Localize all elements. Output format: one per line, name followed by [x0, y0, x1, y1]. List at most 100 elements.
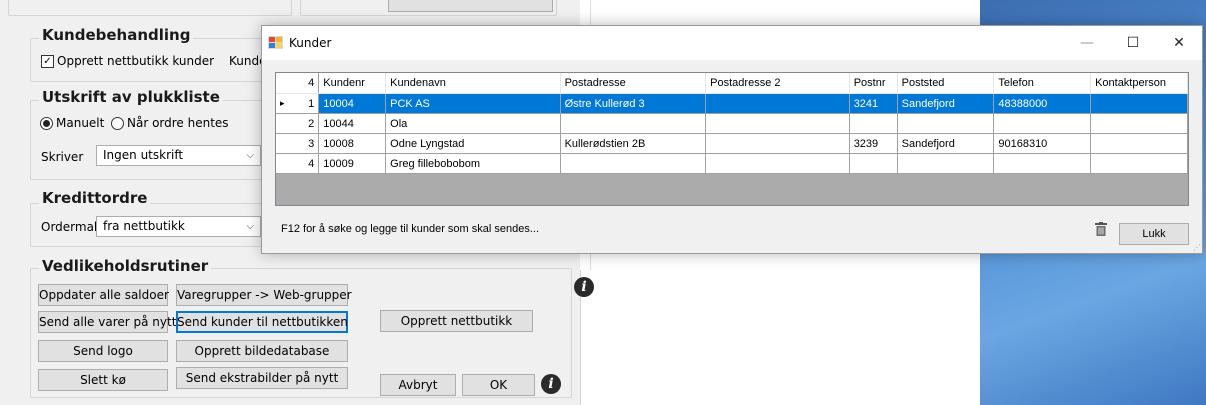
table-cell[interactable]: Sandefjord	[897, 133, 995, 154]
oppdater-saldoer-button[interactable]: Oppdater alle saldoer	[38, 284, 169, 306]
table-cell[interactable]: Sandefjord	[897, 93, 995, 114]
grid-header-row: 4 Kundenr Kundenavn Postadresse Postadre…	[276, 73, 1188, 94]
table-cell[interactable]	[560, 153, 707, 174]
resize-grip-icon[interactable]: ⋰	[1193, 243, 1201, 252]
ordermal-label: Ordermal	[41, 220, 98, 234]
table-cell[interactable]: Ola	[385, 113, 561, 134]
info-icon[interactable]: i	[574, 277, 594, 297]
slett-ko-button[interactable]: Slett kø	[38, 369, 168, 391]
table-cell[interactable]	[1090, 113, 1188, 134]
table-cell[interactable]	[705, 133, 850, 154]
send-varer-button[interactable]: Send alle varer på nytt	[38, 311, 176, 333]
table-cell[interactable]	[705, 153, 850, 174]
table-cell[interactable]: 10004	[318, 93, 387, 114]
kundebehandling-title: Kundebehandling	[39, 26, 194, 44]
row-header[interactable]: ▸ 1	[276, 93, 320, 114]
table-cell[interactable]: 10044	[318, 113, 387, 134]
column-header[interactable]: Postadresse	[560, 73, 707, 94]
table-row[interactable]: 3 10008 Odne Lyngstad Kullerødstien 2B 3239 S…	[276, 133, 1188, 154]
table-cell[interactable]: 10008	[318, 133, 387, 154]
top-cut-button[interactable]	[388, 0, 553, 12]
current-row-indicator-icon: ▸	[280, 97, 285, 108]
column-header[interactable]: Telefon	[993, 73, 1092, 94]
row-header[interactable]: 2	[276, 113, 320, 134]
chevron-down-icon: ⌵	[246, 221, 254, 232]
row-number: 2	[308, 117, 315, 130]
table-cell[interactable]	[705, 113, 850, 134]
row-number: 4	[308, 157, 315, 170]
table-cell[interactable]	[1090, 93, 1188, 114]
table-cell[interactable]: Greg fillebobobom	[385, 153, 561, 174]
dialog-titlebar[interactable]: Kunder — ☐ ✕	[262, 26, 1202, 60]
trash-icon[interactable]	[1095, 222, 1107, 236]
table-cell[interactable]	[1090, 153, 1188, 174]
row-header[interactable]: 3	[276, 133, 320, 154]
utskrift-group	[30, 100, 280, 180]
varegrupper-button[interactable]: Varegrupper -> Web-grupper	[176, 284, 352, 306]
opprett-kunder-checkbox[interactable]: ✓	[41, 55, 54, 68]
opprett-kunder-label: Opprett nettbutikk kunder	[57, 54, 215, 68]
maximize-button[interactable]: ☐	[1110, 26, 1156, 60]
app-icon	[268, 36, 283, 49]
chevron-down-icon: ⌵	[246, 150, 254, 161]
skriver-value: Ingen utskrift	[103, 148, 184, 162]
ok-button[interactable]: OK	[462, 374, 535, 396]
table-cell[interactable]: 3239	[849, 133, 898, 154]
table-cell[interactable]	[1090, 133, 1188, 154]
vedlikehold-title: Vedlikeholdsrutiner	[39, 257, 212, 275]
avbryt-button[interactable]: Avbryt	[380, 374, 456, 396]
utskrift-title: Utskrift av plukkliste	[39, 88, 223, 106]
column-header[interactable]: Postadresse 2	[705, 73, 850, 94]
table-cell[interactable]: 48388000	[993, 93, 1092, 114]
table-row[interactable]: 4 10009 Greg fillebobobom	[276, 153, 1188, 174]
close-button[interactable]: ✕	[1156, 26, 1202, 60]
opprett-nettbutikk-button[interactable]: Opprett nettbutikk	[380, 310, 533, 332]
top-group	[8, 0, 292, 16]
table-cell[interactable]: Kullerødstien 2B	[560, 133, 707, 154]
table-cell[interactable]: Østre Kullerød 3	[560, 93, 707, 114]
table-cell[interactable]: Odne Lyngstad	[385, 133, 561, 154]
column-header[interactable]: Poststed	[897, 73, 995, 94]
customer-grid[interactable]: 4 Kundenr Kundenavn Postadresse Postadre…	[275, 72, 1189, 206]
ordre-hentes-radio[interactable]	[111, 117, 124, 130]
info-icon[interactable]: i	[541, 374, 561, 394]
status-hint: F12 for å søke og legge til kunder som s…	[281, 223, 540, 235]
opprett-bildedatabase-button[interactable]: Opprett bildedatabase	[176, 340, 348, 362]
table-cell[interactable]	[849, 153, 898, 174]
row-header[interactable]: 4	[276, 153, 320, 174]
column-header[interactable]: Kundenavn	[385, 73, 561, 94]
table-cell[interactable]	[705, 93, 850, 114]
kredittordre-title: Kredittordre	[39, 189, 151, 207]
table-cell[interactable]	[897, 113, 995, 134]
kunder-dialog: Kunder — ☐ ✕ 4 Kundenr Kundenavn Postadr…	[261, 25, 1203, 254]
column-header[interactable]: Kundenr	[318, 73, 387, 94]
customer-table: 4 Kundenr Kundenavn Postadresse Postadre…	[276, 73, 1188, 174]
send-ekstrabilder-button[interactable]: Send ekstrabilder på nytt	[176, 367, 348, 389]
send-kunder-button[interactable]: Send kunder til nettbutikken	[176, 311, 348, 333]
skriver-label: Skriver	[41, 150, 84, 164]
manuelt-radio[interactable]	[40, 117, 53, 130]
dialog-title: Kunder	[289, 36, 332, 50]
ordermal-dropdown[interactable]: fra nettbutikk ⌵	[96, 216, 261, 237]
table-cell[interactable]: PCK AS	[385, 93, 561, 114]
table-cell[interactable]	[993, 113, 1092, 134]
table-cell[interactable]	[560, 113, 707, 134]
lukk-button[interactable]: Lukk	[1119, 223, 1189, 245]
table-cell[interactable]	[993, 153, 1092, 174]
table-cell[interactable]: 90168310	[993, 133, 1092, 154]
table-row[interactable]: ▸ 1 10004 PCK AS Østre Kullerød 3 3241 Sandef…	[276, 93, 1188, 114]
minimize-button[interactable]: —	[1064, 26, 1110, 60]
column-header[interactable]: Postnr	[849, 73, 898, 94]
row-number: 1	[308, 97, 315, 110]
table-cell[interactable]	[849, 113, 898, 134]
table-row[interactable]: 2 10044 Ola	[276, 113, 1188, 134]
table-cell[interactable]: 10009	[318, 153, 387, 174]
grid-corner[interactable]: 4	[276, 73, 320, 94]
row-number: 3	[308, 137, 315, 150]
skriver-dropdown[interactable]: Ingen utskrift ⌵	[96, 145, 261, 166]
ordre-hentes-label: Når ordre hentes	[127, 116, 229, 130]
send-logo-button[interactable]: Send logo	[38, 340, 168, 362]
table-cell[interactable]	[897, 153, 995, 174]
column-header[interactable]: Kontaktperson	[1090, 73, 1188, 94]
table-cell[interactable]: 3241	[849, 93, 898, 114]
